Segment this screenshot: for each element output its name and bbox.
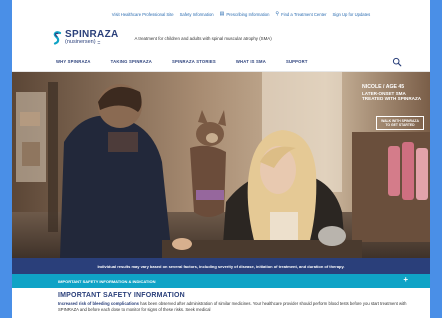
isi-lead: Increased risk of bleeding complications xyxy=(58,301,139,306)
isi-toggle-bar[interactable]: IMPORTANT SAFETY INFORMATION & INDICATIO… xyxy=(12,274,430,288)
nav-why-spinraza[interactable]: WHY SPINRAZA xyxy=(56,59,91,64)
logo-fine-print-icon: ▬ ▬ xyxy=(97,39,101,45)
expand-icon[interactable]: + xyxy=(403,276,408,284)
brand-generic: (nusinersen) xyxy=(65,39,96,46)
utility-bar: Visit Healthcare Professional Site Safet… xyxy=(12,0,430,28)
safety-info-link[interactable]: Safety Information xyxy=(180,12,214,17)
isi-paragraph: Increased risk of bleeding complications… xyxy=(58,301,408,313)
hero-caption-treatment: TREATED WITH SPINRAZA xyxy=(362,96,422,102)
sign-up-label: Sign Up for Updates xyxy=(332,11,371,17)
spinraza-logo-icon xyxy=(53,31,62,45)
page: Visit Healthcare Professional Site Safet… xyxy=(12,0,430,318)
safety-info-label: Safety Information xyxy=(179,11,214,17)
isi-bar-label: IMPORTANT SAFETY INFORMATION & INDICATIO… xyxy=(58,278,156,284)
hero-caption: NICOLE / AGE 45 LATER-ONSET SMA TREATED … xyxy=(362,84,428,102)
sign-up-link[interactable]: Sign Up for Updates xyxy=(332,12,370,17)
find-treatment-center-label: Find a Treatment Center xyxy=(281,11,327,17)
prescribing-info-label: Prescribing Information xyxy=(226,11,270,17)
prescribing-info-link[interactable]: ▤ Prescribing Information xyxy=(220,11,270,17)
nav-support[interactable]: SUPPORT xyxy=(286,59,308,64)
main-nav: WHY SPINRAZA TAKING SPINRAZA SPINRAZA ST… xyxy=(12,52,430,72)
isi-section: IMPORTANT SAFETY INFORMATION Increased r… xyxy=(58,292,408,313)
nav-spinraza-stories[interactable]: SPINRAZA STORIES xyxy=(172,59,216,64)
nav-what-is-sma[interactable]: WHAT IS SMA xyxy=(236,59,266,64)
location-pin-icon: ⚲ xyxy=(275,11,280,17)
hero-banner: NICOLE / AGE 45 LATER-ONSET SMA TREATED … xyxy=(12,72,430,258)
isi-heading: IMPORTANT SAFETY INFORMATION xyxy=(58,292,185,299)
brand-logo[interactable]: SPINRAZA (nusinersen) ▬ ▬ xyxy=(52,30,119,46)
brand-row: SPINRAZA (nusinersen) ▬ ▬ A treatment for … xyxy=(12,28,430,48)
results-disclaimer: Individual results may vary based on sev… xyxy=(12,258,430,274)
search-icon[interactable] xyxy=(392,57,402,67)
brand-tagline: A treatment for children and adults with… xyxy=(134,35,272,41)
hero-cta-button[interactable]: WALK WITH SPINRAZA TO GET STARTED xyxy=(376,116,424,130)
document-icon: ▤ xyxy=(219,11,225,17)
hcp-site-label: Visit Healthcare Professional Site xyxy=(111,11,174,17)
hcp-site-link[interactable]: Visit Healthcare Professional Site xyxy=(112,12,174,17)
nav-taking-spinraza[interactable]: TAKING SPINRAZA xyxy=(111,59,152,64)
find-treatment-center-link[interactable]: ⚲ Find a Treatment Center xyxy=(275,11,326,17)
